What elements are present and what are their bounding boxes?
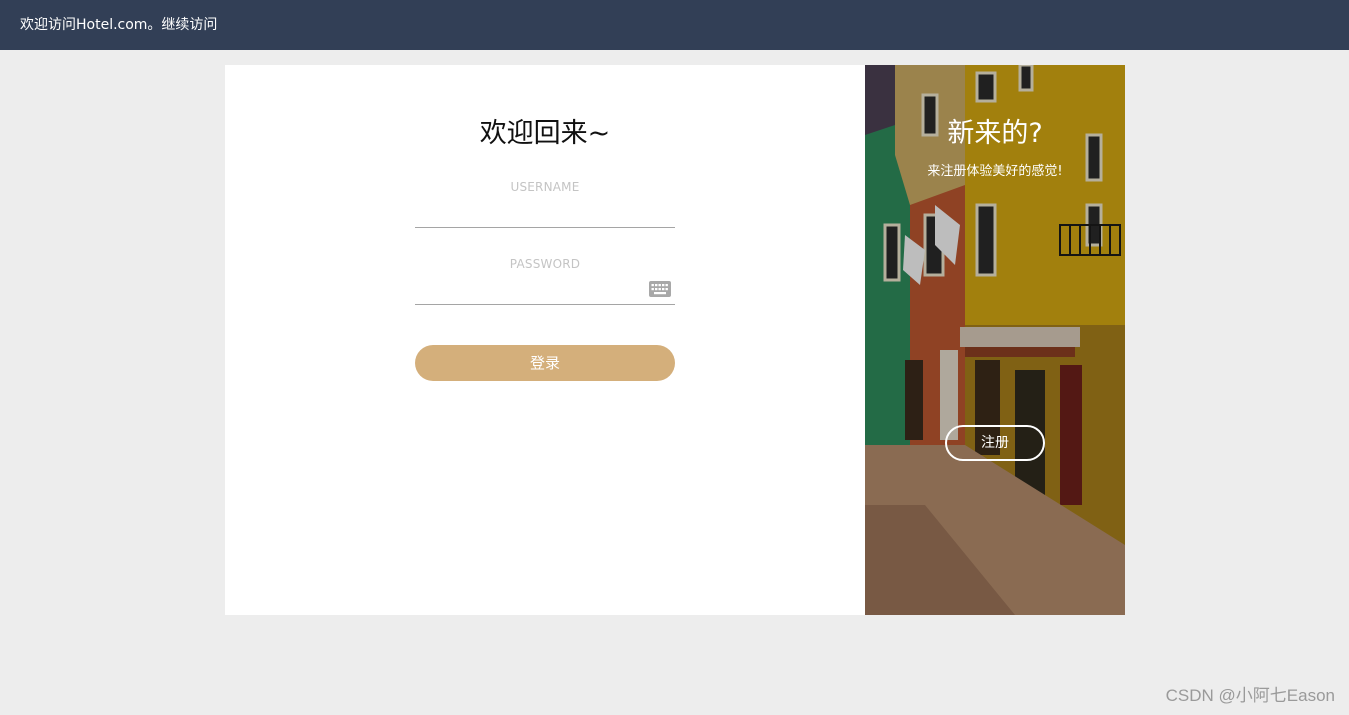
register-title: 新来的? xyxy=(947,118,1043,149)
login-form: 欢迎回来~ USERNAME PASSWORD 登录 xyxy=(225,65,865,615)
watermark: CSDN @小阿七Eason xyxy=(1165,686,1335,705)
login-button[interactable]: 登录 xyxy=(415,345,675,381)
username-input[interactable] xyxy=(415,201,675,228)
login-card: 欢迎回来~ USERNAME PASSWORD 登录 新来的? 来注册体验美好的… xyxy=(225,65,1125,615)
password-field: PASSWORD xyxy=(415,257,675,305)
welcome-text: 欢迎访问Hotel.com。继续访问 xyxy=(20,17,218,33)
keyboard-icon[interactable] xyxy=(649,281,671,297)
register-subtitle: 来注册体验美好的感觉! xyxy=(927,164,1063,179)
login-title: 欢迎回来~ xyxy=(479,118,611,149)
username-label: USERNAME xyxy=(510,180,580,194)
register-button[interactable]: 注册 xyxy=(945,425,1045,461)
password-input[interactable] xyxy=(415,278,675,305)
username-field: USERNAME xyxy=(415,180,675,228)
register-panel: 新来的? 来注册体验美好的感觉! 注册 xyxy=(865,65,1125,615)
top-bar: 欢迎访问Hotel.com。继续访问 xyxy=(0,0,1349,50)
password-label: PASSWORD xyxy=(509,257,581,271)
